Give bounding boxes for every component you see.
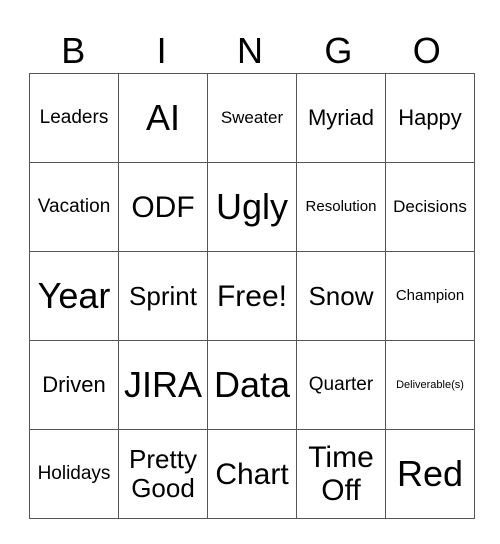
bingo-cell[interactable]: Leaders [29,73,119,163]
bingo-cell[interactable]: Happy [385,73,475,163]
grid-row: Leaders AI Sweater Myriad Happy [29,73,475,163]
header-letter-g: G [324,30,353,71]
bingo-cell[interactable]: Driven [29,340,119,430]
header-letter-b: B [61,30,86,71]
grid-row: Driven JIRA Data Quarter Deliverable(s) [29,340,475,430]
bingo-cell[interactable]: Ugly [207,162,297,252]
bingo-cell[interactable]: Myriad [296,73,386,163]
bingo-header: B I N G O [29,28,471,73]
bingo-cell[interactable]: Pretty Good [118,429,208,519]
bingo-cell[interactable]: Chart [207,429,297,519]
bingo-cell[interactable]: Red [385,429,475,519]
bingo-cell[interactable]: Vacation [29,162,119,252]
bingo-cell[interactable]: Sweater [207,73,297,163]
header-letter-n: N [236,30,263,71]
bingo-cell[interactable]: Quarter [296,340,386,430]
bingo-cell[interactable]: Data [207,340,297,430]
bingo-cell[interactable]: Resolution [296,162,386,252]
bingo-cell[interactable]: Free! [207,251,297,341]
header-letter-o: O [412,30,441,71]
bingo-cell[interactable]: JIRA [118,340,208,430]
header-letter-i: I [156,30,167,71]
bingo-cell[interactable]: Decisions [385,162,475,252]
bingo-cell[interactable]: Time Off [296,429,386,519]
grid-row: Holidays Pretty Good Chart Time Off Red [29,429,475,519]
grid-row: Vacation ODF Ugly Resolution Decisions [29,162,475,252]
bingo-cell[interactable]: Sprint [118,251,208,341]
bingo-cell[interactable]: Deliverable(s) [385,340,475,430]
bingo-cell[interactable]: Champion [385,251,475,341]
bingo-cell[interactable]: Snow [296,251,386,341]
grid-row: Year Sprint Free! Snow Champion [29,251,475,341]
bingo-grid: Leaders AI Sweater Myriad Happy Vacation… [29,73,475,519]
bingo-cell[interactable]: AI [118,73,208,163]
bingo-cell[interactable]: Holidays [29,429,119,519]
bingo-cell[interactable]: Year [29,251,119,341]
bingo-cell[interactable]: ODF [118,162,208,252]
